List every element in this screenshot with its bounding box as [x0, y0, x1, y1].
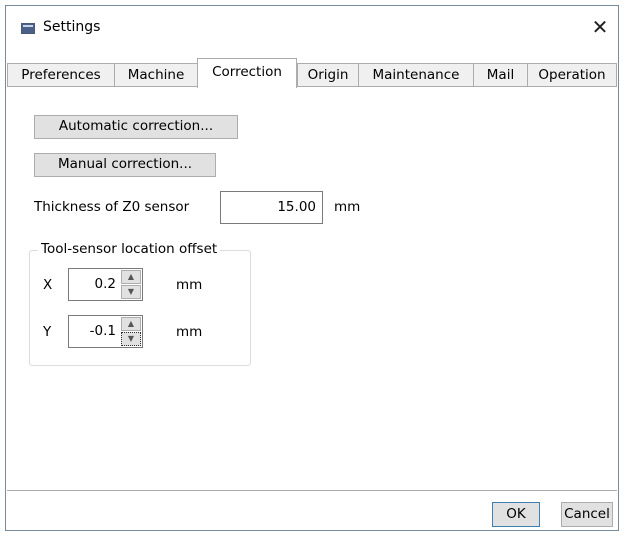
offset-x-value: 0.2	[94, 276, 116, 292]
tab-preferences[interactable]: Preferences	[7, 63, 114, 87]
window-title: Settings	[43, 19, 101, 35]
offset-x-label: X	[43, 277, 53, 293]
tab-machine[interactable]: Machine	[114, 63, 197, 87]
settings-window-icon	[21, 23, 35, 34]
offset-x-up-arrow-icon[interactable]: ▲	[121, 270, 141, 284]
z0-thickness-label: Thickness of Z0 sensor	[34, 199, 190, 215]
z0-thickness-unit: mm	[334, 199, 361, 215]
tab-correction[interactable]: Correction	[197, 58, 297, 88]
correction-panel: Automatic correction... Manual correctio…	[7, 86, 617, 491]
close-icon[interactable]: ✕	[582, 12, 618, 42]
tool-sensor-offset-group: Tool-sensor location offset X 0.2 ▲ ▼ mm…	[29, 241, 251, 366]
offset-y-stepper[interactable]: -0.1 ▲ ▼	[68, 315, 143, 348]
tab-strip: Preferences Machine Correction Origin Ma…	[7, 58, 618, 88]
offset-y-down-arrow-icon[interactable]: ▼	[121, 332, 141, 346]
offset-y-value: -0.1	[89, 323, 116, 339]
tab-mail[interactable]: Mail	[473, 63, 527, 87]
offset-y-label: Y	[43, 324, 52, 340]
settings-dialog: Settings ✕ Preferences Machine Correctio…	[5, 5, 619, 531]
title-bar: Settings ✕	[6, 6, 618, 46]
offset-x-down-arrow-icon[interactable]: ▼	[121, 285, 141, 299]
z0-thickness-input[interactable]: 15.00	[220, 191, 323, 224]
manual-correction-button[interactable]: Manual correction...	[34, 153, 216, 177]
cancel-button[interactable]: Cancel	[561, 502, 613, 527]
offset-y-up-arrow-icon[interactable]: ▲	[121, 317, 141, 331]
automatic-correction-button[interactable]: Automatic correction...	[34, 115, 238, 139]
tab-origin[interactable]: Origin	[297, 63, 358, 87]
tab-maintenance[interactable]: Maintenance	[358, 63, 473, 87]
tab-operation[interactable]: Operation	[527, 63, 617, 87]
offset-y-unit: mm	[176, 324, 203, 340]
group-title: Tool-sensor location offset	[38, 241, 221, 257]
offset-x-stepper[interactable]: 0.2 ▲ ▼	[68, 268, 143, 301]
offset-x-unit: mm	[176, 277, 203, 293]
ok-button[interactable]: OK	[492, 502, 540, 527]
